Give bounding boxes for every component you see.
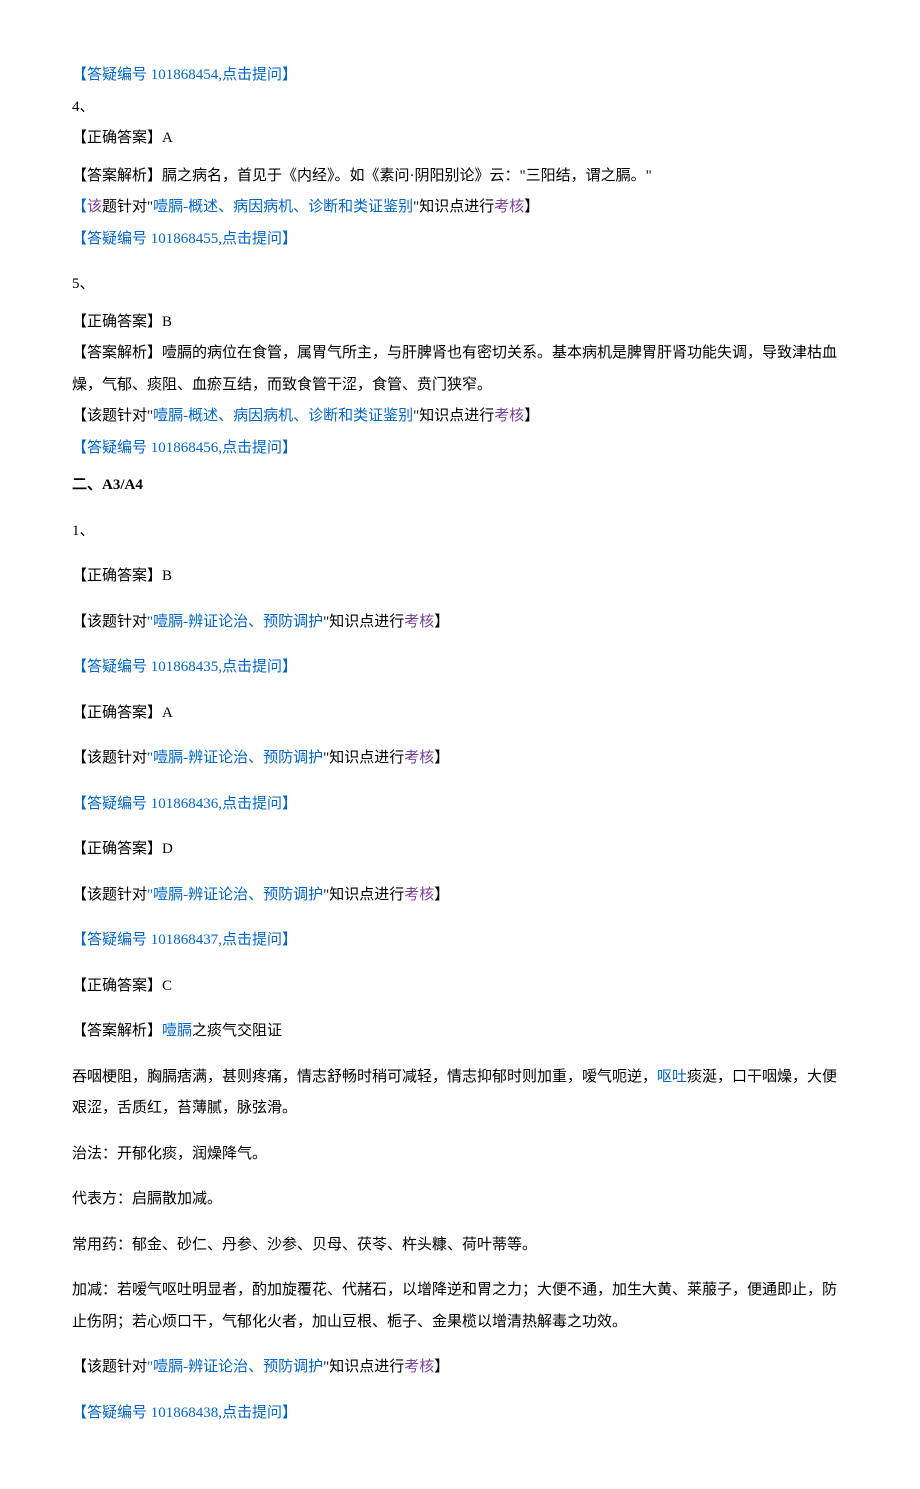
question-number: 1、 xyxy=(72,516,848,548)
question-number: 4、 xyxy=(72,92,848,124)
question-number: 5、 xyxy=(72,269,848,301)
analysis-body: 代表方：启膈散加减。 xyxy=(72,1184,848,1216)
topic-link[interactable]: 噎膈-辨证论治、预防调护 xyxy=(153,1359,323,1375)
correct-answer: 【正确答案】B xyxy=(72,561,848,593)
topic-reference: 【该题针对"噎膈-概述、病因病机、诊断和类证鉴别"知识点进行考核】 xyxy=(72,192,848,224)
topic-reference: 【该题针对"噎膈-辨证论治、预防调护"知识点进行考核】 xyxy=(72,1352,848,1384)
analysis-body: 加减：若嗳气呕吐明显者，酌加旋覆花、代赭石，以增降逆和胃之力；大便不通，加生大黄… xyxy=(72,1275,848,1338)
topic-reference: 【该题针对"噎膈-辨证论治、预防调护"知识点进行考核】 xyxy=(72,880,848,912)
analysis-body: 治法：开郁化痰，润燥降气。 xyxy=(72,1139,848,1171)
ref-link[interactable]: 【答疑编号 101868436,点击提问】 xyxy=(72,789,848,821)
correct-answer: 【正确答案】C xyxy=(72,971,848,1003)
topic-link[interactable]: 噎膈-辨证论治、预防调护 xyxy=(153,614,323,630)
ref-link[interactable]: 【答疑编号 101868455,点击提问】 xyxy=(72,224,848,256)
ref-link[interactable]: 【答疑编号 101868435,点击提问】 xyxy=(72,652,848,684)
answer-analysis: 【答案解析】膈之病名，首见于《内经》。如《素问·阴阳别论》云："三阳结，谓之膈。… xyxy=(72,161,848,193)
correct-answer: 【正确答案】A xyxy=(72,698,848,730)
topic-link[interactable]: 噎膈-辨证论治、预防调护 xyxy=(153,750,323,766)
ref-link[interactable]: 【答疑编号 101868437,点击提问】 xyxy=(72,925,848,957)
topic-reference: 【该题针对"噎膈-概述、病因病机、诊断和类证鉴别"知识点进行考核】 xyxy=(72,401,848,433)
topic-link[interactable]: 噎膈-概述、病因病机、诊断和类证鉴别 xyxy=(153,199,413,215)
analysis-link[interactable]: 噎膈 xyxy=(162,1023,192,1039)
ref-link[interactable]: 【答疑编号 101868456,点击提问】 xyxy=(72,433,848,465)
answer-analysis: 【答案解析】噎膈的病位在食管，属胃气所主，与肝脾肾也有密切关系。基本病机是脾胃肝… xyxy=(72,338,848,401)
ref-link[interactable]: 【答疑编号 101868454,点击提问】 xyxy=(72,60,848,92)
answer-analysis: 【答案解析】噎膈之痰气交阻证 xyxy=(72,1016,848,1048)
correct-answer: 【正确答案】B xyxy=(72,307,848,339)
correct-answer: 【正确答案】A xyxy=(72,123,848,155)
analysis-body: 常用药：郁金、砂仁、丹参、沙参、贝母、茯苓、杵头糠、荷叶蒂等。 xyxy=(72,1230,848,1262)
ref-link[interactable]: 【答疑编号 101868438,点击提问】 xyxy=(72,1398,848,1430)
topic-link[interactable]: 噎膈-概述、病因病机、诊断和类证鉴别 xyxy=(153,408,413,424)
analysis-body: 吞咽梗阻，胸膈痞满，甚则疼痛，情志舒畅时稍可减轻，情志抑郁时则加重，嗳气呃逆，呕… xyxy=(72,1062,848,1125)
correct-answer: 【正确答案】D xyxy=(72,834,848,866)
section-title: 二、A3/A4 xyxy=(72,470,848,502)
topic-link[interactable]: 噎膈-辨证论治、预防调护 xyxy=(153,887,323,903)
inline-link[interactable]: 呕吐 xyxy=(657,1069,687,1085)
topic-reference: 【该题针对"噎膈-辨证论治、预防调护"知识点进行考核】 xyxy=(72,607,848,639)
topic-reference: 【该题针对"噎膈-辨证论治、预防调护"知识点进行考核】 xyxy=(72,743,848,775)
